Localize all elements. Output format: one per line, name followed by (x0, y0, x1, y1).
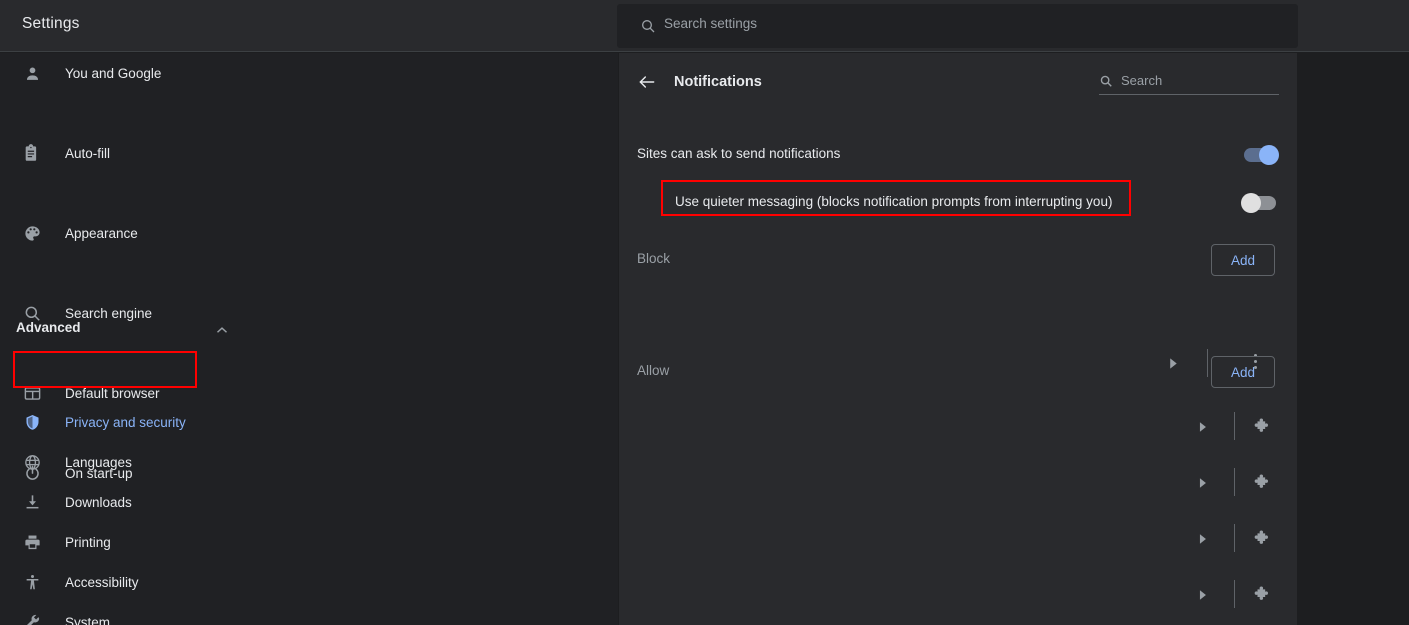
app-title: Settings (22, 15, 80, 32)
settings-page: Settings Search settings You and Google (0, 0, 1409, 625)
table-row[interactable] (619, 335, 1297, 391)
add-button-allow[interactable]: Add (1211, 356, 1275, 388)
global-search-input[interactable]: Search settings (617, 4, 1298, 48)
sidebar-section-advanced[interactable]: Advanced (0, 309, 618, 349)
row-divider (1207, 349, 1208, 377)
puzzle-piece-icon[interactable] (1253, 584, 1273, 604)
sidebar-item-accessibility[interactable]: Accessibility (0, 562, 618, 602)
globe-icon (22, 452, 42, 472)
puzzle-piece-icon[interactable] (1253, 416, 1273, 436)
palette-icon (22, 223, 42, 243)
sidebar-item-appearance[interactable]: Appearance (0, 213, 618, 253)
toggle-knob (1241, 193, 1261, 213)
group-title-allow: Allow (637, 363, 670, 378)
search-icon (640, 18, 656, 34)
table-row[interactable] (619, 510, 1297, 566)
top-bar: Settings Search settings (0, 0, 1409, 52)
chevron-right-icon[interactable] (1198, 588, 1208, 600)
sidebar-item-label: System (65, 614, 111, 625)
setting-row-sites-can-ask: Sites can ask to send notifications (619, 136, 1297, 174)
setting-label: Sites can ask to send notifications (637, 146, 841, 161)
table-row[interactable] (619, 454, 1297, 510)
sidebar-item-label: Default browser (65, 385, 160, 401)
accessibility-icon (22, 572, 42, 592)
puzzle-piece-icon[interactable] (1253, 472, 1273, 492)
sidebar-item-downloads[interactable]: Downloads (0, 482, 618, 522)
row-divider (1234, 412, 1235, 440)
sidebar-item-label: Privacy and security (65, 414, 186, 430)
table-row[interactable] (619, 566, 1297, 622)
row-divider (1234, 468, 1235, 496)
sidebar-item-system[interactable]: System (0, 602, 618, 625)
content-search-placeholder: Search (1121, 73, 1163, 88)
sidebar-item-languages[interactable]: Languages (0, 442, 618, 482)
toggle-sites-can-ask[interactable] (1244, 145, 1279, 165)
sidebar-item-you-and-google[interactable]: You and Google (0, 53, 618, 93)
sidebar-item-privacy-and-security[interactable]: Privacy and security (0, 402, 618, 442)
sidebar-item-label: Auto-fill (65, 145, 111, 161)
sidebar: You and Google Auto-fill Appearance Sear… (0, 53, 618, 625)
printer-icon (22, 532, 42, 552)
content-search-input[interactable]: Search (1099, 71, 1279, 95)
chevron-right-icon[interactable] (1198, 420, 1208, 432)
browser-window-icon (22, 383, 42, 403)
chevron-right-icon[interactable] (1198, 476, 1208, 488)
content-header: Notifications Search (619, 53, 1297, 111)
row-divider (1234, 580, 1235, 608)
wrench-icon (22, 612, 42, 625)
chevron-right-icon[interactable] (1198, 532, 1208, 544)
sidebar-item-label: Downloads (65, 494, 132, 510)
chevron-up-icon[interactable] (213, 323, 231, 335)
sidebar-item-label: You and Google (65, 65, 162, 81)
sidebar-item-label: Accessibility (65, 574, 139, 590)
sidebar-item-label: Printing (65, 534, 111, 550)
sidebar-item-printing[interactable]: Printing (0, 522, 618, 562)
page-title: Notifications (674, 74, 762, 90)
content-panel: Notifications Search Sites can ask to se… (619, 53, 1297, 625)
shield-icon (22, 412, 42, 432)
setting-label: Use quieter messaging (blocks notificati… (675, 194, 1113, 209)
sidebar-item-label: Appearance (65, 225, 138, 241)
sidebar-item-auto-fill[interactable]: Auto-fill (0, 133, 618, 173)
global-search-placeholder: Search settings (664, 16, 758, 31)
table-row[interactable] (619, 398, 1297, 454)
chevron-right-icon[interactable] (1168, 357, 1178, 369)
row-divider (1234, 524, 1235, 552)
sidebar-section-label: Advanced (16, 320, 81, 335)
back-arrow-icon[interactable] (637, 73, 657, 91)
add-button-block[interactable]: Add (1211, 244, 1275, 276)
sidebar-item-label: Languages (65, 454, 132, 470)
person-icon (22, 63, 42, 83)
group-title-block: Block (637, 251, 671, 266)
toggle-knob (1259, 145, 1279, 165)
download-icon (22, 492, 42, 512)
setting-row-use-quieter-messaging: Use quieter messaging (blocks notificati… (619, 184, 1297, 222)
search-icon (1099, 74, 1113, 88)
puzzle-piece-icon[interactable] (1253, 528, 1273, 548)
clipboard-icon (22, 143, 42, 163)
toggle-use-quieter-messaging[interactable] (1241, 193, 1276, 213)
